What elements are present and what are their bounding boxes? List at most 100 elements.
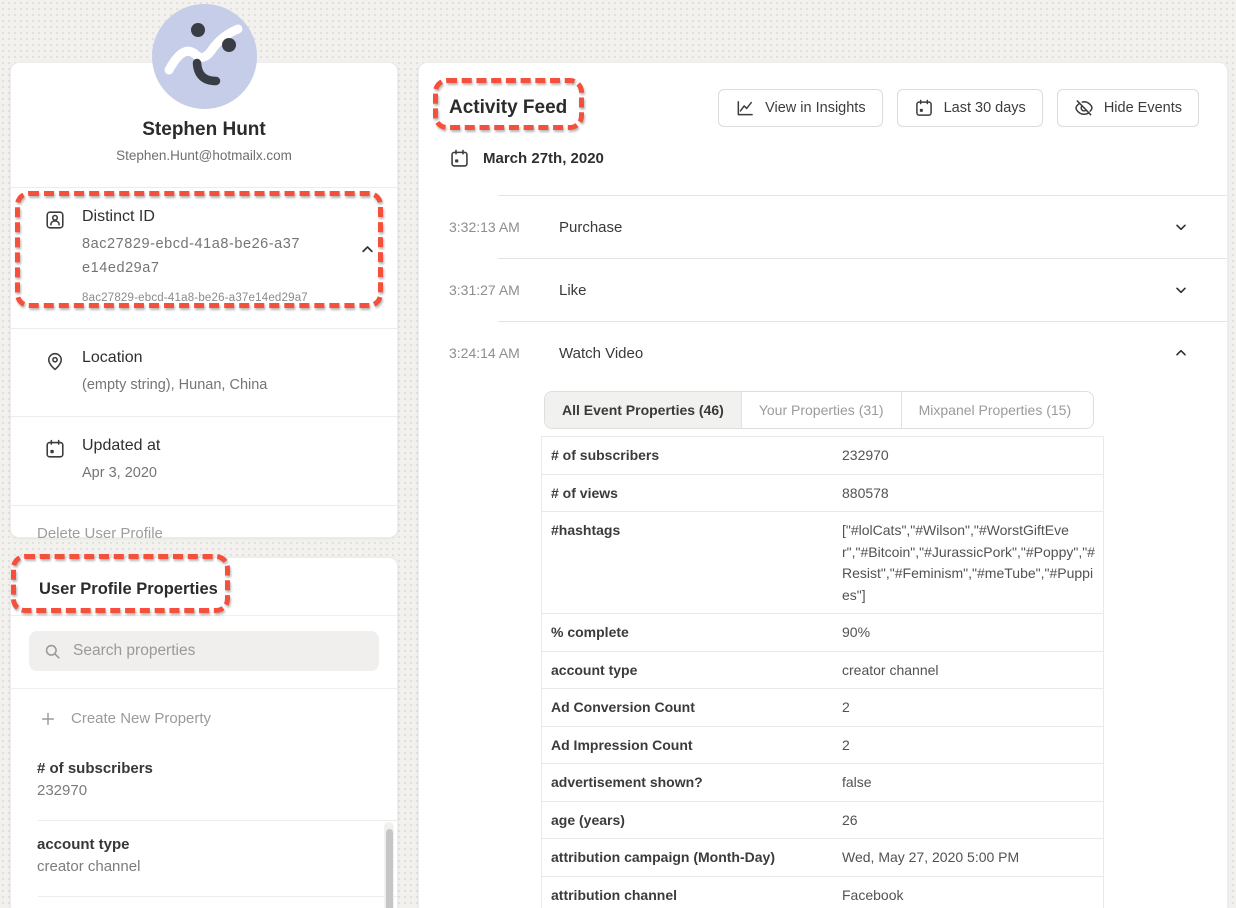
property-key: Ad Impression Count <box>542 727 842 764</box>
property-key: % complete <box>542 614 842 651</box>
collapse-distinct-id-button[interactable] <box>360 242 375 257</box>
property-key: attribution campaign (Month-Day) <box>542 839 842 876</box>
user-property-item[interactable]: # of subscribers 232970 <box>11 745 397 812</box>
event-property-row: # of subscribers 232970 <box>542 437 1103 475</box>
updated-at-body: Updated at Apr 3, 2020 <box>82 437 160 484</box>
calendar-icon <box>449 148 470 169</box>
updated-at-value: Apr 3, 2020 <box>82 462 160 484</box>
event-property-row: #hashtags ["#lolCats","#Wilson","#WorstG… <box>542 512 1103 614</box>
divider <box>38 896 397 897</box>
date-group-header: March 27th, 2020 <box>449 143 1227 173</box>
hide-events-button[interactable]: Hide Events <box>1057 89 1199 127</box>
event-property-row: attribution campaign (Month-Day) Wed, Ma… <box>542 839 1103 877</box>
line-chart-icon <box>735 98 755 118</box>
property-key: age (years) <box>542 802 842 839</box>
create-new-property-button[interactable]: Create New Property <box>11 689 397 745</box>
date-range-button[interactable]: Last 30 days <box>897 89 1043 127</box>
event-property-row: % complete 90% <box>542 614 1103 652</box>
property-key: Ad Conversion Count <box>542 689 842 726</box>
view-in-insights-button[interactable]: View in Insights <box>718 89 882 127</box>
location-label: Location <box>82 349 267 367</box>
user-name: Stephen Hunt <box>31 119 377 141</box>
event-name: Like <box>559 282 587 299</box>
property-value: 2 <box>842 689 1103 726</box>
event-time: 3:32:13 AM <box>449 219 541 235</box>
property-value: 2 <box>842 727 1103 764</box>
event-time: 3:31:27 AM <box>449 282 541 298</box>
property-value: ["#lolCats","#Wilson","#WorstGiftEver","… <box>842 512 1103 613</box>
user-property-name: # of subscribers <box>37 760 371 777</box>
event-row[interactable]: 3:32:13 AM Purchase <box>419 196 1227 258</box>
distinct-id-sub-value: 8ac27829-ebcd-41a8-be26-a37e14ed29a7 <box>82 292 308 304</box>
user-property-value: 232970 <box>37 782 371 799</box>
location-body: Location (empty string), Hunan, China <box>82 349 267 396</box>
search-properties-input[interactable] <box>73 642 365 660</box>
property-key: #hashtags <box>542 512 842 613</box>
property-value: Facebook <box>842 877 1103 908</box>
hide-events-label: Hide Events <box>1104 100 1182 116</box>
chevron-up-icon[interactable] <box>1173 345 1189 361</box>
updated-at-label: Updated at <box>82 437 160 455</box>
search-icon <box>43 642 62 661</box>
calendar-icon <box>914 98 934 118</box>
event-list: 3:32:13 AM Purchase 3:31:27 AM Like 3:24… <box>419 195 1227 384</box>
chevron-down-icon[interactable] <box>1173 282 1189 298</box>
user-property-item[interactable]: account type creator channel <box>11 821 397 888</box>
event-property-row: Ad Conversion Count 2 <box>542 689 1103 727</box>
distinct-id-body: Distinct ID 8ac27829-ebcd-41a8-be26-a37e… <box>82 208 308 304</box>
property-value: false <box>842 764 1103 801</box>
calendar-icon <box>44 438 66 484</box>
scrollbar-thumb[interactable] <box>386 829 393 908</box>
event-property-row: Ad Impression Count 2 <box>542 727 1103 765</box>
event-property-row: account type creator channel <box>542 652 1103 690</box>
distinct-id-section[interactable]: Distinct ID 8ac27829-ebcd-41a8-be26-a37e… <box>11 187 397 328</box>
date-group-label: March 27th, 2020 <box>483 150 604 167</box>
property-key: attribution channel <box>542 877 842 908</box>
search-properties-box[interactable] <box>29 631 379 671</box>
event-property-row: attribution channel Facebook <box>542 877 1103 908</box>
event-properties-table: # of subscribers 232970 # of views 88057… <box>541 436 1104 908</box>
property-key: account type <box>542 652 842 689</box>
location-section: Location (empty string), Hunan, China <box>11 328 397 416</box>
updated-at-section: Updated at Apr 3, 2020 <box>11 416 397 504</box>
event-row[interactable]: 3:24:14 AM Watch Video <box>419 322 1227 384</box>
property-value: 90% <box>842 614 1103 651</box>
activity-feed-header: Activity Feed View in Insights <box>419 63 1227 127</box>
event-name: Watch Video <box>559 345 643 362</box>
user-avatar <box>152 4 257 109</box>
properties-panel-title: User Profile Properties <box>11 558 397 615</box>
property-key: # of views <box>542 475 842 512</box>
plus-icon <box>40 711 56 727</box>
user-properties-items: # of subscribers 232970 account type cre… <box>11 745 397 897</box>
event-properties-tab[interactable]: All Event Properties (46) <box>545 392 742 428</box>
id-badge-icon <box>44 209 66 304</box>
property-value: Wed, May 27, 2020 5:00 PM <box>842 839 1103 876</box>
event-properties-tab[interactable]: Mixpanel Properties (15) <box>902 392 1089 428</box>
user-email: Stephen.Hunt@hotmailx.com <box>31 148 377 163</box>
event-properties-tabs: All Event Properties (46) Your Propertie… <box>544 391 1094 429</box>
view-in-insights-label: View in Insights <box>765 100 865 116</box>
property-value: 26 <box>842 802 1103 839</box>
property-value: 232970 <box>842 437 1103 474</box>
event-name: Purchase <box>559 219 622 236</box>
user-profile-properties-card: User Profile Properties Create New Prope… <box>10 557 398 908</box>
location-value: (empty string), Hunan, China <box>82 374 267 396</box>
property-key: advertisement shown? <box>542 764 842 801</box>
user-profile-card: Stephen Hunt Stephen.Hunt@hotmailx.com D… <box>10 62 398 538</box>
property-value: creator channel <box>842 652 1103 689</box>
event-property-row: advertisement shown? false <box>542 764 1103 802</box>
event-row[interactable]: 3:31:27 AM Like <box>419 259 1227 321</box>
expanded-event-panel: All Event Properties (46) Your Propertie… <box>419 384 1227 908</box>
user-property-value: creator channel <box>37 858 371 875</box>
create-new-property-label: Create New Property <box>71 710 211 727</box>
delete-user-profile-button[interactable]: Delete User Profile <box>11 505 397 561</box>
chevron-down-icon[interactable] <box>1173 219 1189 235</box>
activity-feed-title: Activity Feed <box>449 97 567 119</box>
location-pin-icon <box>44 350 66 396</box>
eye-off-icon <box>1074 98 1094 118</box>
user-property-name: account type <box>37 836 371 853</box>
event-property-row: # of views 880578 <box>542 475 1103 513</box>
event-properties-tab[interactable]: Your Properties (31) <box>742 392 902 428</box>
distinct-id-label: Distinct ID <box>82 208 308 226</box>
properties-title-section: User Profile Properties <box>11 558 397 616</box>
